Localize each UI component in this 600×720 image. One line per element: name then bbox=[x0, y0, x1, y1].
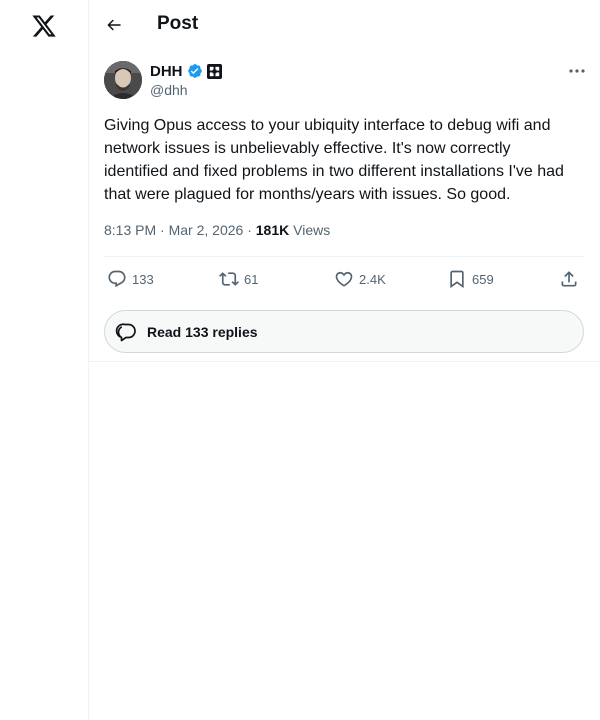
read-replies-button[interactable]: Read 133 replies bbox=[104, 310, 584, 353]
like-button[interactable]: 2.4K bbox=[334, 269, 386, 289]
top-bar: Post bbox=[89, 0, 600, 52]
avatar[interactable] bbox=[104, 61, 142, 99]
reply-icon bbox=[108, 270, 126, 288]
post-meta: 8:13 PM · Mar 2, 2026 · 181K Views bbox=[104, 222, 330, 238]
more-dots-icon bbox=[569, 69, 585, 73]
post-date[interactable]: Mar 2, 2026 bbox=[169, 222, 244, 238]
like-count: 2.4K bbox=[359, 271, 386, 287]
meta-separator: · bbox=[156, 222, 169, 238]
share-icon bbox=[561, 271, 577, 287]
author-handle[interactable]: @dhh bbox=[150, 82, 222, 98]
repost-button[interactable]: 61 bbox=[219, 269, 258, 289]
back-button[interactable] bbox=[103, 14, 125, 36]
bookmark-icon bbox=[450, 270, 464, 289]
avatar-photo bbox=[104, 61, 142, 99]
verified-badge-icon bbox=[187, 64, 202, 78]
action-bar: 133 61 2.4K 659 bbox=[104, 256, 584, 302]
author-name[interactable]: DHH bbox=[150, 63, 183, 80]
repost-icon bbox=[219, 272, 239, 286]
reply-count: 133 bbox=[132, 271, 154, 287]
left-sidebar bbox=[0, 0, 89, 720]
meta-separator: · bbox=[243, 222, 256, 238]
read-replies-label: Read 133 replies bbox=[147, 323, 258, 340]
heart-icon bbox=[335, 271, 353, 287]
post-text: Giving Opus access to your ubiquity inte… bbox=[104, 117, 564, 203]
author-block: DHH @dhh bbox=[150, 62, 222, 98]
reply-button[interactable]: 133 bbox=[107, 269, 154, 289]
repost-count: 61 bbox=[244, 271, 259, 287]
main-column: Post DHH @dhh Giving Opus access to your… bbox=[89, 0, 600, 720]
arrow-left-icon bbox=[107, 19, 121, 31]
post: DHH @dhh Giving Opus access to your ubiq… bbox=[89, 52, 600, 362]
bookmark-count: 659 bbox=[472, 271, 494, 287]
page-title: Post bbox=[157, 13, 199, 34]
post-time[interactable]: 8:13 PM bbox=[104, 222, 156, 238]
affiliate-badge-icon bbox=[206, 63, 222, 79]
views-label: Views bbox=[293, 222, 331, 238]
bookmark-button[interactable]: 659 bbox=[447, 269, 494, 289]
more-options-button[interactable] bbox=[566, 62, 588, 80]
views-count: 181K bbox=[255, 222, 290, 238]
x-logo-icon[interactable] bbox=[31, 13, 57, 39]
share-button[interactable] bbox=[559, 269, 579, 289]
chat-bubbles-icon bbox=[115, 322, 136, 341]
